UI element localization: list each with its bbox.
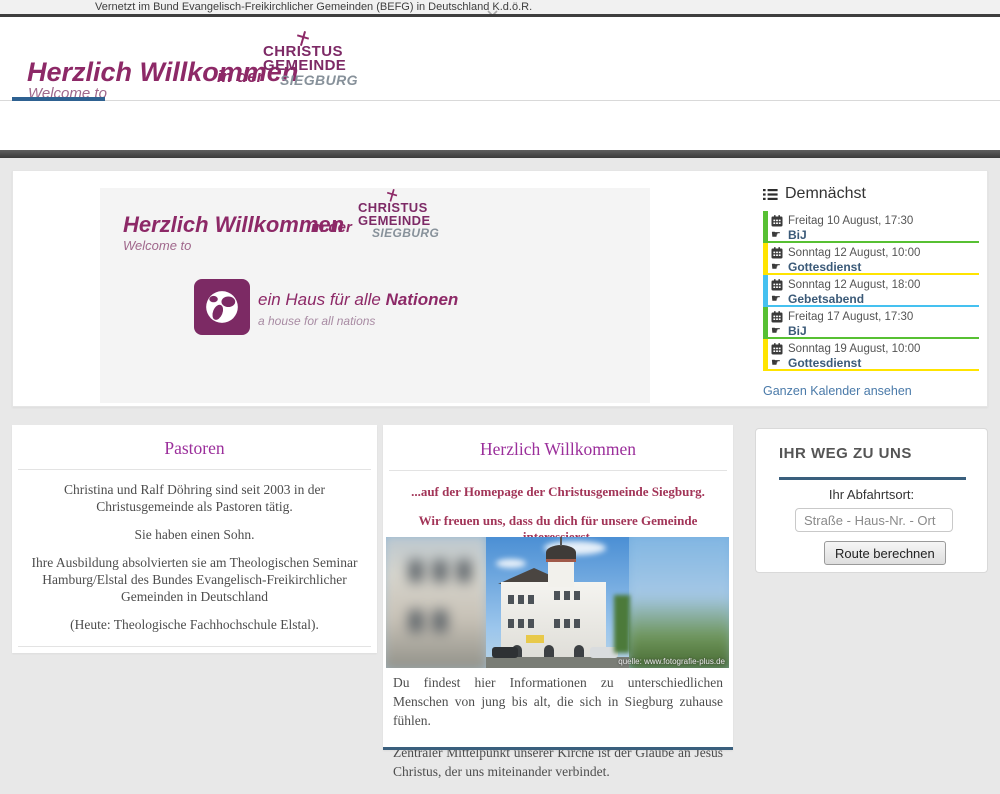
list-icon	[763, 188, 778, 201]
route-heading: IHR WEG ZU UNS	[779, 445, 912, 462]
event-color-bar	[763, 339, 768, 371]
calendar-icon	[771, 215, 783, 227]
calendar-icon	[771, 343, 783, 355]
welcome-heading: Herzlich Willkommen	[383, 439, 733, 460]
route-widget: IHR WEG ZU UNS Ihr Abfahrtsort: Route be…	[755, 428, 988, 573]
divider	[18, 469, 371, 470]
welcome-intro: ...auf der Homepage der Christusgemeinde…	[383, 484, 733, 545]
event-color-bar	[763, 275, 768, 307]
hand-pointer-icon: ☛	[771, 358, 783, 369]
event-date: Sonntag 12 August, 18:00	[788, 279, 920, 291]
befg-topbar-text: Vernetzt im Bund Evangelisch-Freikirchli…	[95, 1, 532, 13]
photo-credit: quelle: www.fotografie-plus.de	[618, 657, 725, 666]
hand-pointer-icon: ☛	[771, 230, 783, 241]
photo-blur-left	[386, 537, 489, 668]
calendar-icon	[771, 279, 783, 291]
paragraph: Sie haben einen Sohn.	[26, 526, 363, 543]
church-logo-banner: CHRISTUS GEMEINDE SIEGBURG	[358, 202, 439, 240]
paragraph: (Heute: Theologische Fachhochschule Elst…	[26, 616, 363, 633]
route-heading-underline	[779, 477, 966, 480]
pastoren-heading: Pastoren	[12, 438, 377, 459]
welcome-section: Herzlich Willkommen ...auf der Homepage …	[383, 425, 733, 750]
photo-center	[486, 537, 629, 668]
intro-line: ...auf der Homepage der Christusgemeinde…	[391, 484, 725, 500]
event-list: Freitag 10 August, 17:30 ☛ BiJ Sonntag 1…	[763, 211, 979, 371]
event-date: Freitag 17 August, 17:30	[788, 311, 913, 323]
welcome-text: Du findest hier Informationen zu untersc…	[393, 673, 723, 794]
paragraph: Christina und Ralf Döhring sind seit 200…	[26, 481, 363, 515]
befg-topbar: Vernetzt im Bund Evangelisch-Freikirchli…	[0, 0, 1000, 14]
paragraph: Ihre Ausbildung absolvierten sie am Theo…	[26, 554, 363, 605]
event-item[interactable]: Freitag 10 August, 17:30 ☛ BiJ	[763, 211, 979, 243]
banner-slogan: ein Haus für alle Nationen	[258, 290, 458, 310]
hand-pointer-icon: ☛	[771, 326, 783, 337]
event-title[interactable]: BiJ	[788, 228, 807, 242]
event-date: Freitag 10 August, 17:30	[788, 215, 913, 227]
full-calendar-link[interactable]: Ganzen Kalender ansehen	[763, 384, 912, 398]
banner-welcome: Welcome to	[123, 238, 191, 253]
site-header: Herzlich Willkommen in der Welcome to CH…	[0, 17, 1000, 100]
church-building-photo: quelle: www.fotografie-plus.de	[386, 537, 729, 668]
divider	[18, 646, 371, 647]
upcoming-events-widget: Demnächst Freitag 10 August, 17:30 ☛ BiJ…	[763, 185, 979, 400]
departure-label: Ihr Abfahrtsort:	[756, 487, 987, 502]
event-item[interactable]: Sonntag 12 August, 18:00 ☛ Gebetsabend	[763, 275, 979, 307]
event-color-bar	[763, 211, 768, 243]
hand-pointer-icon: ☛	[771, 262, 783, 273]
event-item[interactable]: Freitag 17 August, 17:30 ☛ BiJ	[763, 307, 979, 339]
event-item[interactable]: Sonntag 19 August, 10:00 ☛ Gottesdienst	[763, 339, 979, 371]
welcome-banner: Herzlich Willkommen in der Welcome to CH…	[100, 188, 650, 403]
logo-line-siegburg: SIEGBURG	[358, 227, 439, 240]
pastoren-section: Pastoren Christina und Ralf Döhring sind…	[12, 425, 377, 653]
event-title[interactable]: Gebetsabend	[788, 292, 864, 306]
logo-line-siegburg: SIEGBURG	[263, 73, 358, 87]
event-date: Sonntag 12 August, 10:00	[788, 247, 920, 259]
globe-icon	[203, 288, 241, 326]
event-title[interactable]: BiJ	[788, 324, 807, 338]
pastoren-text: Christina und Ralf Döhring sind seit 200…	[12, 481, 377, 633]
calendar-icon	[771, 311, 783, 323]
event-item[interactable]: Sonntag 12 August, 10:00 ☛ Gottesdienst	[763, 243, 979, 275]
hero-section: Herzlich Willkommen in der Welcome to CH…	[12, 170, 988, 407]
globe-tile	[194, 279, 250, 335]
event-color-bar	[763, 307, 768, 339]
divider	[389, 470, 727, 471]
church-logo: CHRISTUS GEMEINDE SIEGBURG	[263, 45, 358, 87]
event-color-bar	[763, 243, 768, 275]
section-divider-band	[0, 150, 1000, 158]
upcoming-header: Demnächst	[763, 185, 979, 203]
main-nav: Startseite Übersicht GemeindeNewsKalende…	[0, 101, 1000, 150]
banner-slogan-en: a house for all nations	[258, 314, 375, 328]
photo-blur-right	[626, 537, 729, 668]
calendar-icon	[771, 247, 783, 259]
logo-line-gemeinde: GEMEINDE	[263, 59, 358, 73]
departure-input[interactable]	[795, 508, 953, 532]
banner-in-der: in der	[311, 219, 352, 236]
upcoming-title: Demnächst	[785, 185, 866, 203]
paragraph: Du findest hier Informationen zu untersc…	[393, 673, 723, 730]
event-title[interactable]: Gottesdienst	[788, 260, 861, 274]
event-title[interactable]: Gottesdienst	[788, 356, 861, 370]
hand-pointer-icon: ☛	[771, 294, 783, 305]
event-date: Sonntag 19 August, 10:00	[788, 343, 920, 355]
header-in-der: in der	[217, 67, 263, 87]
route-calculate-button[interactable]: Route berechnen	[824, 541, 946, 565]
